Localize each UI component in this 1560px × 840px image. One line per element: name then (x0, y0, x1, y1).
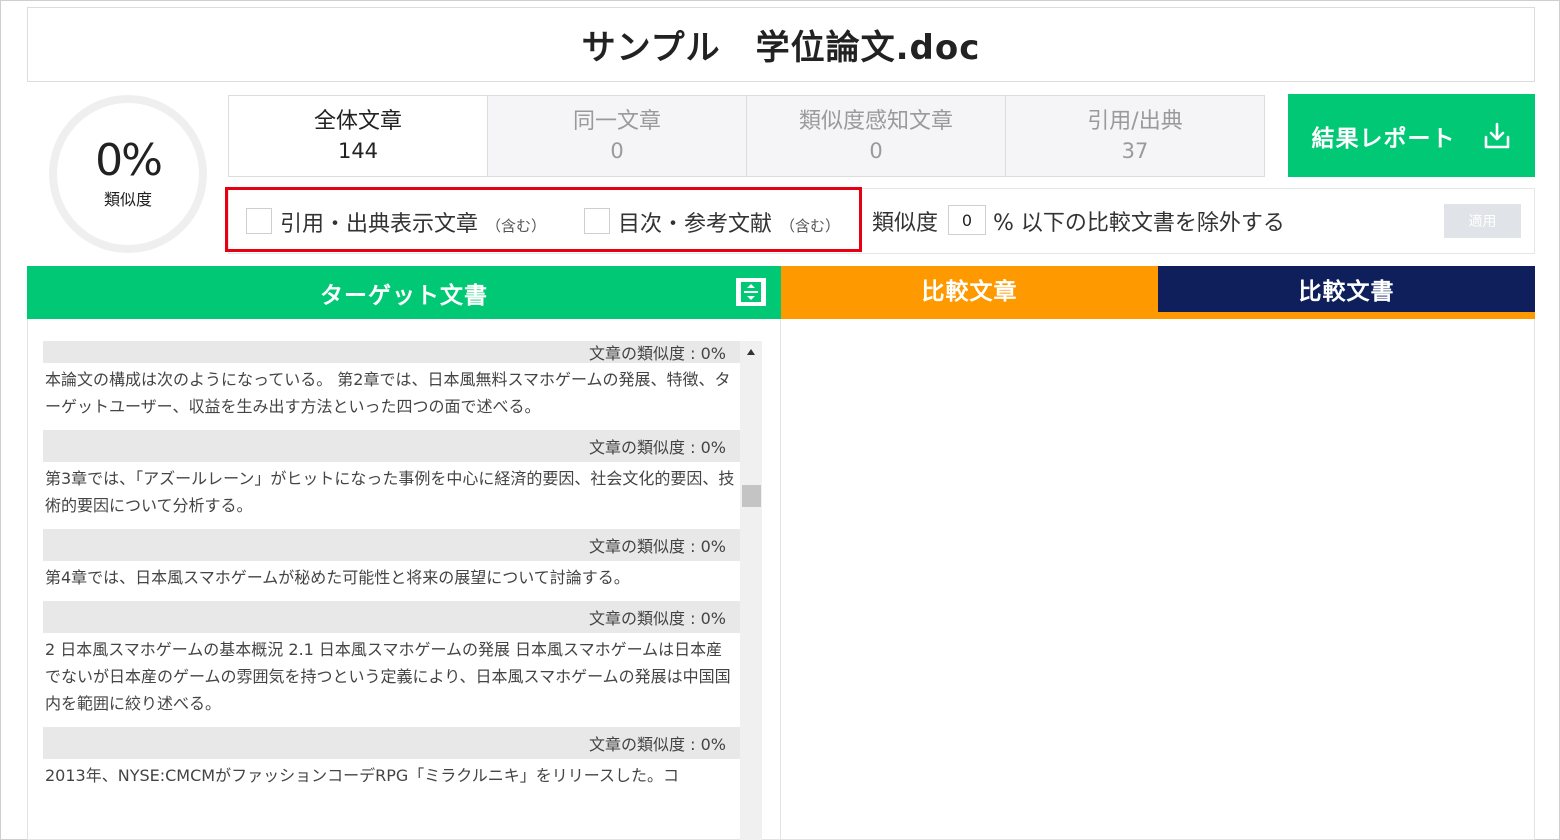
threshold-label: 類似度 (872, 211, 939, 236)
stat-total-sentences[interactable]: 全体文章 144 (229, 96, 487, 176)
target-document-title: ターゲット文書 (320, 282, 488, 309)
caret-up-icon (747, 349, 755, 355)
tab-compare-document-label: 比較文書 (1298, 279, 1395, 305)
include-toc-references-label: 目次・参考文献 (618, 212, 773, 237)
apply-button[interactable]: 適用 (1444, 204, 1521, 238)
tab-compare-document[interactable]: 比較文書 (1158, 266, 1535, 312)
sentence-text: 第3章では、「アズールレーン」がヒットになった事例を中心に経済的要因、社会文化的… (45, 469, 735, 515)
expand-vertical-icon (741, 282, 761, 302)
scroll-thumb[interactable] (742, 485, 761, 507)
include-citations-checkbox[interactable] (246, 208, 272, 234)
sentence-text: 2 日本風スマホゲームの基本概況 2.1 日本風スマホゲームの発展 日本風スマホ… (45, 640, 731, 713)
threshold-input[interactable] (948, 205, 986, 235)
stat-label: 類似度感知文章 (798, 109, 953, 134)
include-toc-references-option: 目次・参考文献 （含む） (618, 206, 840, 238)
stat-identical-sentences[interactable]: 同一文章 0 (487, 96, 746, 176)
stat-label: 同一文章 (572, 109, 661, 134)
tab-compare-sentence[interactable]: 比較文章 (781, 266, 1158, 312)
stat-value: 37 (1121, 139, 1149, 163)
sentence-item[interactable]: 文章の類似度 : 0% 第3章では、「アズールレーン」がヒットになった事例を中心… (43, 430, 740, 529)
sentence-similarity: 文章の類似度 : 0% (43, 430, 740, 462)
include-citations-note: （含む） (486, 217, 547, 235)
sentence-list: 文章の類似度 : 0% 本論文の構成は次のようになっている。 第2章では、日本風… (43, 341, 740, 799)
sentence-item[interactable]: 文章の類似度 : 0% 本論文の構成は次のようになっている。 第2章では、日本風… (43, 341, 740, 430)
similarity-percent: 0% (95, 135, 163, 186)
include-citations-label: 引用・出典表示文章 (280, 212, 479, 237)
stat-similar-sentences[interactable]: 類似度感知文章 0 (746, 96, 1005, 176)
sentence-text: 2013年、NYSE:CMCMがファッションコーデRPG「ミラクルニキ」をリリー… (45, 766, 679, 785)
threshold-suffix: % 以下の比較文書を除外する (993, 211, 1285, 236)
include-citations-option: 引用・出典表示文章 （含む） (280, 206, 546, 238)
include-toc-references-checkbox[interactable] (584, 208, 610, 234)
sentence-text: 本論文の構成は次のようになっている。 第2章では、日本風無料スマホゲームの発展、… (45, 370, 731, 416)
sentence-similarity: 文章の類似度 : 0% (43, 601, 740, 633)
compare-panel (781, 319, 1535, 840)
result-report-button[interactable]: 結果レポート (1288, 94, 1535, 177)
sentence-item[interactable]: 文章の類似度 : 0% 第4章では、日本風スマホゲームが秘めた可能性と将来の展望… (43, 529, 740, 601)
sentence-similarity: 文章の類似度 : 0% (43, 727, 740, 759)
sentence-item[interactable]: 文章の類似度 : 0% 2 日本風スマホゲームの基本概況 2.1 日本風スマホゲ… (43, 601, 740, 727)
stat-value: 0 (869, 139, 883, 163)
document-title-bar: サンプル 学位論文.doc (27, 7, 1535, 82)
tab-underline (781, 312, 1535, 319)
result-report-label: 結果レポート (1311, 125, 1456, 152)
target-scrollbar[interactable] (740, 341, 762, 840)
stat-value: 0 (610, 139, 624, 163)
stat-label: 引用/出典 (1087, 109, 1183, 134)
download-icon (1484, 122, 1509, 148)
stats-tabs: 全体文章 144 同一文章 0 類似度感知文章 0 引用/出典 37 (228, 95, 1265, 177)
tab-compare-sentence-label: 比較文章 (921, 279, 1018, 305)
sentence-text: 第4章では、日本風スマホゲームが秘めた可能性と将来の展望について討論する。 (45, 568, 630, 587)
stat-value: 144 (337, 139, 379, 163)
include-toc-references-note: （含む） (780, 217, 841, 235)
sentence-similarity: 文章の類似度 : 0% (43, 341, 740, 363)
scroll-up-button[interactable] (740, 341, 762, 363)
expand-collapse-button[interactable] (734, 276, 768, 308)
sentence-similarity: 文章の類似度 : 0% (43, 529, 740, 561)
stat-citations[interactable]: 引用/出典 37 (1005, 96, 1264, 176)
target-document-header: ターゲット文書 (27, 266, 781, 319)
similarity-label: 類似度 (103, 190, 152, 209)
document-title: サンプル 学位論文.doc (581, 28, 981, 68)
target-document-panel: 文章の類似度 : 0% 本論文の構成は次のようになっている。 第2章では、日本風… (27, 319, 781, 840)
stat-label: 全体文章 (313, 109, 402, 134)
similarity-gauge: 0% 類似度 (49, 95, 207, 253)
sentence-item[interactable]: 文章の類似度 : 0% 2013年、NYSE:CMCMがファッションコーデRPG… (43, 727, 740, 799)
